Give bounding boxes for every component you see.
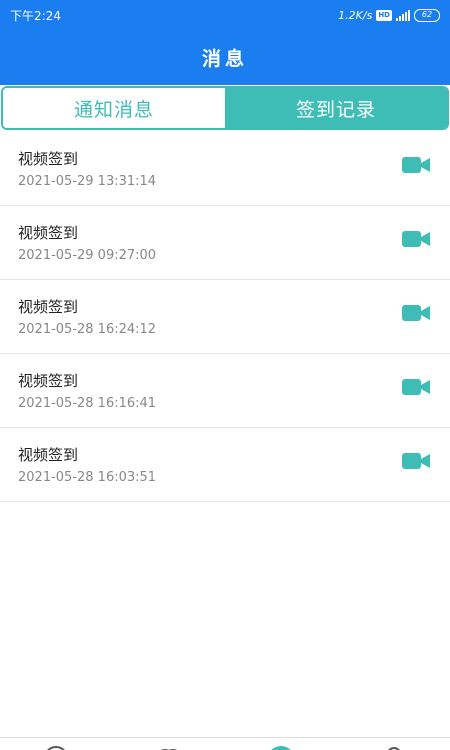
record-title: 视频签到 xyxy=(18,372,79,390)
nav-home-icon[interactable] xyxy=(42,744,70,750)
record-title: 视频签到 xyxy=(18,446,79,464)
status-indicators: 1.2K/s HD 62 xyxy=(338,8,440,22)
nav-profile-icon[interactable] xyxy=(382,744,406,750)
message-tabs: 通知消息 签到记录 xyxy=(1,86,449,130)
record-time: 2021-05-28 16:16:41 xyxy=(18,396,157,411)
record-time: 2021-05-28 16:03:51 xyxy=(18,470,157,485)
network-speed: 1.2K/s xyxy=(338,8,373,22)
tab-checkin-records[interactable]: 签到记录 xyxy=(225,88,447,128)
status-bar: 下午2:24 1.2K/s HD 62 xyxy=(0,0,450,30)
video-camera-icon[interactable] xyxy=(402,156,430,174)
record-title: 视频签到 xyxy=(18,150,79,168)
hd-badge: HD xyxy=(376,9,392,21)
list-item[interactable]: 视频签到 2021-05-28 16:24:12 xyxy=(0,280,450,354)
signal-icon xyxy=(396,9,410,21)
record-time: 2021-05-29 09:27:00 xyxy=(18,248,157,263)
record-time: 2021-05-28 16:24:12 xyxy=(18,322,157,337)
video-camera-icon[interactable] xyxy=(402,378,430,396)
record-title: 视频签到 xyxy=(18,298,79,316)
tab-checkin-records-label: 签到记录 xyxy=(295,98,376,121)
status-time: 下午2:24 xyxy=(10,8,61,23)
page-title: 消息 xyxy=(201,48,248,70)
record-time: 2021-05-29 13:31:14 xyxy=(18,174,157,189)
tab-notifications[interactable]: 通知消息 xyxy=(3,88,225,128)
video-camera-icon[interactable] xyxy=(402,452,430,470)
tab-notifications-label: 通知消息 xyxy=(73,98,154,121)
list-item[interactable]: 视频签到 2021-05-29 13:31:14 xyxy=(0,132,450,206)
checkin-record-list: 视频签到 2021-05-29 13:31:14 视频签到 2021-05-29… xyxy=(0,132,450,502)
list-item[interactable]: 视频签到 2021-05-28 16:16:41 xyxy=(0,354,450,428)
list-item[interactable]: 视频签到 2021-05-29 09:27:00 xyxy=(0,206,450,280)
nav-contacts-icon[interactable] xyxy=(155,744,183,750)
bottom-navigation xyxy=(0,737,450,750)
battery-icon: 62 xyxy=(414,8,440,22)
nav-center-button[interactable] xyxy=(265,744,297,750)
battery-level: 62 xyxy=(421,10,433,19)
record-title: 视频签到 xyxy=(18,224,79,242)
page-header: 消息 xyxy=(0,30,450,85)
list-item[interactable]: 视频签到 2021-05-28 16:03:51 xyxy=(0,428,450,502)
video-camera-icon[interactable] xyxy=(402,304,430,322)
video-camera-icon[interactable] xyxy=(402,230,430,248)
